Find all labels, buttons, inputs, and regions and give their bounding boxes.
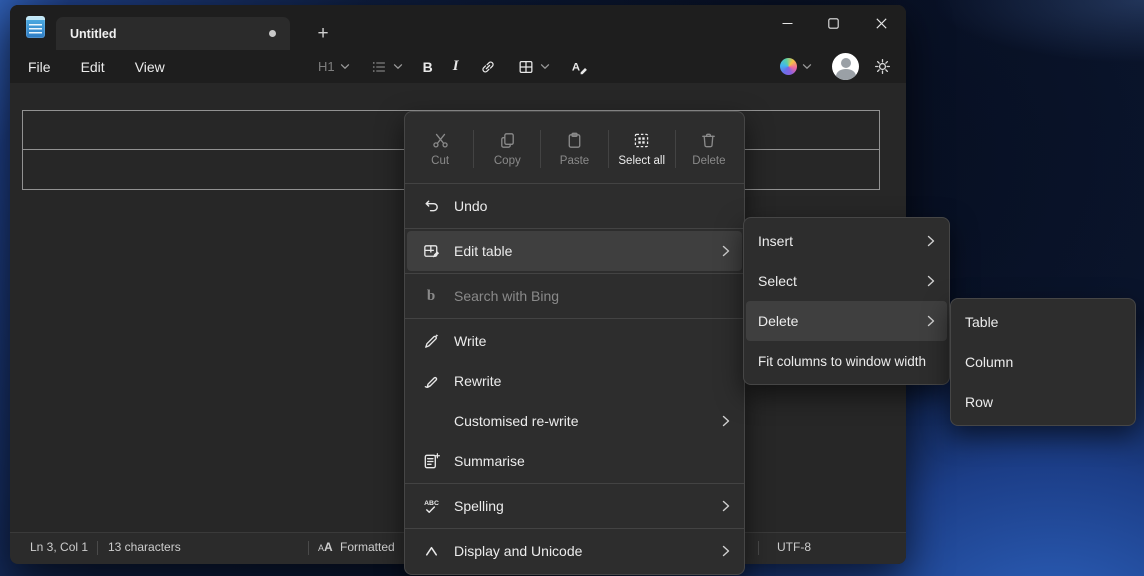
summarise-icon	[421, 451, 441, 471]
divider	[405, 183, 744, 184]
svg-text:A: A	[571, 61, 579, 73]
text-size-icon: AA	[318, 533, 333, 563]
chevron-right-icon	[927, 235, 935, 247]
divider	[405, 528, 744, 529]
submenu-item-fit-columns[interactable]: Fit columns to window width	[744, 341, 949, 381]
italic-button[interactable]: I	[447, 54, 465, 80]
submenu-item-select[interactable]: Select	[744, 261, 949, 301]
chevron-right-icon	[722, 245, 730, 257]
paste-icon	[565, 131, 584, 150]
copilot-icon	[780, 58, 797, 75]
divider	[405, 228, 744, 229]
tab-title: Untitled	[70, 27, 117, 41]
caret-icon	[421, 541, 441, 561]
menu-item-customised-rewrite[interactable]: Customised re-write	[405, 401, 744, 441]
divider	[97, 541, 98, 555]
bing-icon: b	[421, 286, 441, 306]
close-button[interactable]	[856, 7, 906, 39]
delete-submenu: Table Column Row	[950, 298, 1136, 426]
titlebar: Untitled +	[10, 5, 906, 50]
minimize-button[interactable]	[764, 7, 810, 39]
clear-formatting-icon: A	[570, 57, 589, 76]
menu-item-search-with-bing[interactable]: b Search with Bing	[405, 276, 744, 316]
gear-icon	[873, 57, 892, 76]
spellcheck-icon: ABC	[421, 496, 441, 516]
select-all-icon	[632, 131, 651, 150]
menu-item-rewrite[interactable]: Rewrite	[405, 361, 744, 401]
chevron-right-icon	[722, 545, 730, 557]
delete-button[interactable]: Delete	[676, 117, 742, 181]
submenu-item-table[interactable]: Table	[951, 302, 1135, 342]
formatted-indicator: Formatted	[340, 533, 395, 562]
divider	[308, 541, 309, 555]
chevron-right-icon	[927, 275, 935, 287]
divider	[758, 541, 759, 555]
insert-table-dropdown[interactable]	[511, 54, 556, 80]
paste-button[interactable]: Paste	[541, 117, 607, 181]
menu-file[interactable]: File	[28, 59, 51, 75]
write-pen-icon	[421, 331, 441, 351]
settings-button[interactable]	[873, 57, 892, 76]
menu-item-edit-table[interactable]: Edit table	[407, 231, 742, 271]
copy-icon	[498, 131, 517, 150]
edit-table-submenu: Insert Select Delete Fit columns to wind…	[743, 217, 950, 385]
chevron-down-icon	[802, 63, 812, 70]
copy-button[interactable]: Copy	[474, 117, 540, 181]
notepad-app-icon	[26, 16, 45, 38]
divider	[405, 273, 744, 274]
menu-item-display-and-unicode[interactable]: Display and Unicode	[405, 531, 744, 571]
edit-table-icon	[421, 241, 441, 261]
cursor-position: Ln 3, Col 1	[30, 533, 88, 562]
table-icon	[517, 58, 535, 76]
desktop: Untitled + File	[0, 0, 1144, 576]
divider	[405, 483, 744, 484]
chevron-right-icon	[722, 500, 730, 512]
menu-item-spelling[interactable]: ABC Spelling	[405, 486, 744, 526]
trash-icon	[699, 131, 718, 150]
chevron-down-icon	[540, 63, 550, 70]
chevron-down-icon	[340, 63, 350, 70]
link-icon	[479, 58, 497, 76]
account-button[interactable]	[832, 53, 859, 80]
divider	[405, 318, 744, 319]
select-all-button[interactable]: Select all	[609, 117, 675, 181]
tab-untitled[interactable]: Untitled	[56, 17, 290, 50]
menu-item-undo[interactable]: Undo	[405, 186, 744, 226]
clear-formatting-button[interactable]: A	[564, 54, 595, 80]
unsaved-dot-icon	[269, 30, 276, 37]
list-dropdown[interactable]	[364, 54, 409, 80]
menu-item-summarise[interactable]: Summarise	[405, 441, 744, 481]
list-icon	[370, 58, 388, 76]
maximize-icon	[828, 18, 839, 29]
encoding: UTF-8	[777, 533, 811, 562]
svg-text:ABC: ABC	[424, 500, 439, 507]
chevron-right-icon	[722, 415, 730, 427]
context-menu: Cut Copy Paste Select all	[404, 111, 745, 575]
character-count: 13 characters	[108, 533, 181, 562]
minimize-icon	[782, 18, 793, 29]
cut-button[interactable]: Cut	[407, 117, 473, 181]
scissors-icon	[431, 131, 450, 150]
menubar: File Edit View H1	[10, 50, 906, 83]
close-icon	[876, 18, 887, 29]
undo-icon	[421, 196, 441, 216]
maximize-button[interactable]	[810, 7, 856, 39]
menu-view[interactable]: View	[135, 59, 165, 75]
submenu-item-delete[interactable]: Delete	[746, 301, 947, 341]
insert-link-button[interactable]	[473, 54, 503, 80]
chevron-down-icon	[393, 63, 403, 70]
heading-style-dropdown[interactable]: H1	[312, 54, 356, 80]
submenu-item-column[interactable]: Column	[951, 342, 1135, 382]
copilot-dropdown[interactable]	[774, 54, 818, 80]
chevron-right-icon	[927, 315, 935, 327]
bold-button[interactable]: B	[417, 54, 439, 80]
menu-item-write[interactable]: Write	[405, 321, 744, 361]
rewrite-pen-icon	[421, 371, 441, 391]
context-menu-actions-row: Cut Copy Paste Select all	[405, 115, 744, 181]
submenu-item-insert[interactable]: Insert	[744, 221, 949, 261]
new-tab-button[interactable]: +	[310, 21, 336, 47]
submenu-item-row[interactable]: Row	[951, 382, 1135, 422]
menu-edit[interactable]: Edit	[81, 59, 105, 75]
